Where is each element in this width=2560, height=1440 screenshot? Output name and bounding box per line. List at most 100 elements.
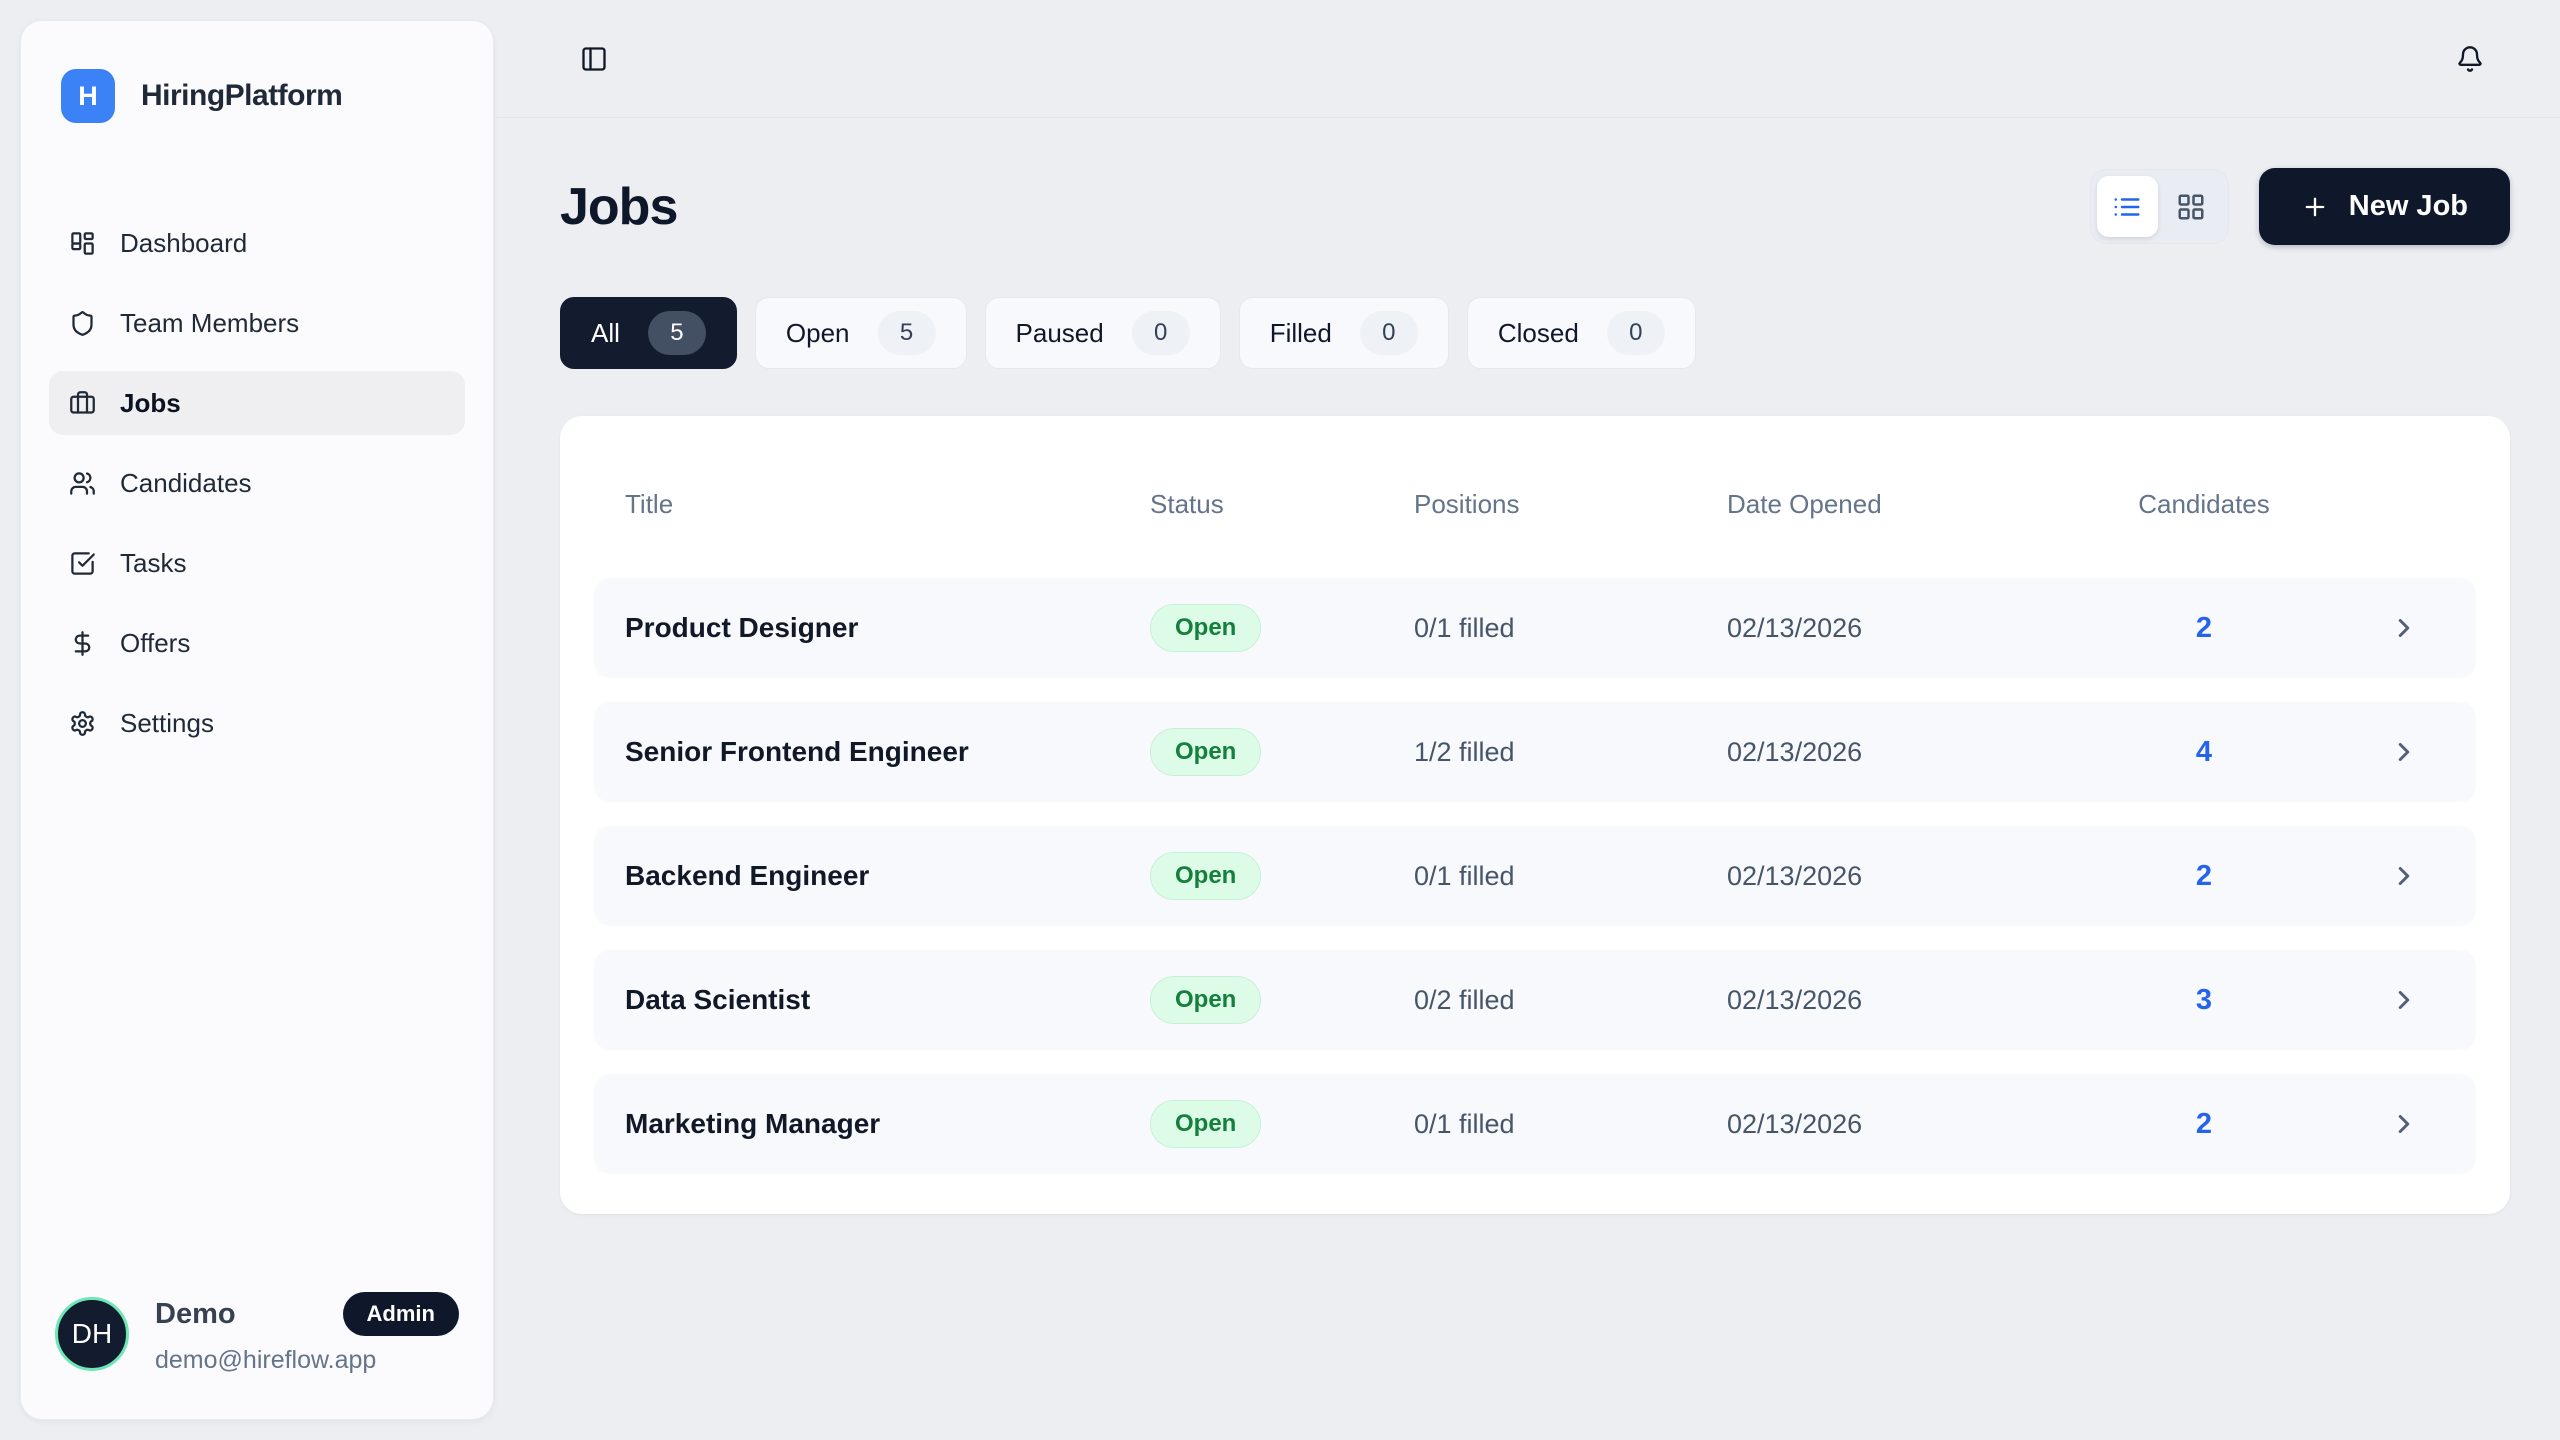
chevron-right-icon <box>2280 985 2445 1015</box>
bell-icon <box>2456 45 2484 73</box>
sidebar-item-label: Dashboard <box>120 228 247 259</box>
status-badge: Open <box>1150 728 1261 776</box>
briefcase-icon <box>69 390 96 417</box>
filter-tab-open[interactable]: Open 5 <box>755 297 967 369</box>
sidebar-item-jobs[interactable]: Jobs <box>49 371 465 435</box>
table-row[interactable]: Backend Engineer Open 0/1 filled 02/13/2… <box>594 826 2476 926</box>
user-info: Demo Admin demo@hireflow.app <box>155 1292 459 1375</box>
filter-tab-label: Closed <box>1498 318 1579 349</box>
notifications-button[interactable] <box>2452 41 2488 77</box>
job-positions: 0/2 filled <box>1414 985 1727 1016</box>
job-date-opened: 02/13/2026 <box>1727 985 2128 1016</box>
job-positions: 0/1 filled <box>1414 1109 1727 1140</box>
job-title: Marketing Manager <box>625 1108 1150 1140</box>
column-header-positions: Positions <box>1414 489 1727 520</box>
filter-tab-count: 5 <box>648 311 706 355</box>
sidebar-item-label: Candidates <box>120 468 252 499</box>
sidebar-item-tasks[interactable]: Tasks <box>49 531 465 595</box>
filter-tab-all[interactable]: All 5 <box>560 297 737 369</box>
filter-tab-closed[interactable]: Closed 0 <box>1467 297 1696 369</box>
page-title: Jobs <box>560 177 677 237</box>
filter-tab-label: Filled <box>1270 318 1332 349</box>
job-candidates-count[interactable]: 4 <box>2128 736 2280 769</box>
new-job-label: New Job <box>2349 190 2468 223</box>
gear-icon <box>69 710 96 737</box>
status-badge: Open <box>1150 976 1261 1024</box>
chevron-right-icon <box>2280 1109 2445 1139</box>
filter-tab-count: 5 <box>878 311 936 355</box>
filter-tab-label: Open <box>786 318 850 349</box>
sidebar-toggle-button[interactable] <box>576 41 612 77</box>
new-job-button[interactable]: New Job <box>2259 168 2510 245</box>
sidebar-item-team-members[interactable]: Team Members <box>49 291 465 355</box>
status-badge: Open <box>1150 1100 1261 1148</box>
chevron-right-icon <box>2280 861 2445 891</box>
filter-tab-filled[interactable]: Filled 0 <box>1239 297 1449 369</box>
sidebar-item-settings[interactable]: Settings <box>49 691 465 755</box>
sidebar-item-label: Team Members <box>120 308 299 339</box>
column-header-date-opened: Date Opened <box>1727 489 2128 520</box>
role-badge: Admin <box>343 1292 459 1336</box>
job-candidates-count[interactable]: 2 <box>2128 1108 2280 1141</box>
column-header-candidates: Candidates <box>2128 489 2280 520</box>
grid-view-button[interactable] <box>2161 176 2222 237</box>
job-candidates-count[interactable]: 3 <box>2128 984 2280 1017</box>
column-header-title: Title <box>625 489 1150 520</box>
view-toggle <box>2090 169 2229 244</box>
jobs-table-card: Title Status Positions Date Opened Candi… <box>560 416 2510 1214</box>
filter-tab-paused[interactable]: Paused 0 <box>985 297 1221 369</box>
title-controls: New Job <box>2090 168 2510 245</box>
filter-tab-count: 0 <box>1360 311 1418 355</box>
users-icon <box>69 470 96 497</box>
main-area: Jobs <box>494 0 2560 1440</box>
filter-tab-count: 0 <box>1132 311 1190 355</box>
job-date-opened: 02/13/2026 <box>1727 861 2128 892</box>
job-date-opened: 02/13/2026 <box>1727 1109 2128 1140</box>
job-title: Data Scientist <box>625 984 1150 1016</box>
brand-name: HiringPlatform <box>141 79 342 113</box>
job-positions: 0/1 filled <box>1414 613 1727 644</box>
dollar-icon <box>69 630 96 657</box>
sidebar-item-candidates[interactable]: Candidates <box>49 451 465 515</box>
job-date-opened: 02/13/2026 <box>1727 737 2128 768</box>
panel-left-icon <box>580 45 608 73</box>
chevron-right-icon <box>2280 613 2445 643</box>
job-positions: 0/1 filled <box>1414 861 1727 892</box>
chevron-right-icon <box>2280 737 2445 767</box>
square-check-icon <box>69 550 96 577</box>
list-view-button[interactable] <box>2097 176 2158 237</box>
job-candidates-count[interactable]: 2 <box>2128 612 2280 645</box>
list-icon <box>2112 192 2142 222</box>
table-row[interactable]: Marketing Manager Open 0/1 filled 02/13/… <box>594 1074 2476 1174</box>
filter-tab-count: 0 <box>1607 311 1665 355</box>
job-date-opened: 02/13/2026 <box>1727 613 2128 644</box>
sidebar-item-label: Settings <box>120 708 214 739</box>
sidebar: H HiringPlatform Dashboard Team Members … <box>20 20 494 1420</box>
layout-dashboard-icon <box>69 230 96 257</box>
job-candidates-count[interactable]: 2 <box>2128 860 2280 893</box>
plus-icon <box>2301 193 2329 221</box>
table-row[interactable]: Senior Frontend Engineer Open 1/2 filled… <box>594 702 2476 802</box>
user-name: Demo <box>155 1298 236 1331</box>
job-title: Senior Frontend Engineer <box>625 736 1150 768</box>
sidebar-item-dashboard[interactable]: Dashboard <box>49 211 465 275</box>
user-email: demo@hireflow.app <box>155 1346 459 1375</box>
status-badge: Open <box>1150 604 1261 652</box>
table-row[interactable]: Data Scientist Open 0/2 filled 02/13/202… <box>594 950 2476 1050</box>
filter-tabs: All 5 Open 5 Paused 0 Filled 0 Closed 0 <box>560 297 2510 369</box>
sidebar-item-label: Offers <box>120 628 190 659</box>
sidebar-item-label: Tasks <box>120 548 186 579</box>
sidebar-nav: Dashboard Team Members Jobs Candidates T… <box>49 211 465 755</box>
status-badge: Open <box>1150 852 1261 900</box>
sidebar-item-offers[interactable]: Offers <box>49 611 465 675</box>
table-header: Title Status Positions Date Opened Candi… <box>594 456 2476 552</box>
table-row[interactable]: Product Designer Open 0/1 filled 02/13/2… <box>594 578 2476 678</box>
user-profile[interactable]: DH Demo Admin demo@hireflow.app <box>49 1292 465 1375</box>
filter-tab-label: Paused <box>1016 318 1104 349</box>
shield-icon <box>69 310 96 337</box>
avatar: DH <box>55 1297 129 1371</box>
brand: H HiringPlatform <box>49 69 465 123</box>
brand-logo: H <box>61 69 115 123</box>
grid-icon <box>2176 192 2206 222</box>
content: Jobs <box>494 118 2560 1214</box>
